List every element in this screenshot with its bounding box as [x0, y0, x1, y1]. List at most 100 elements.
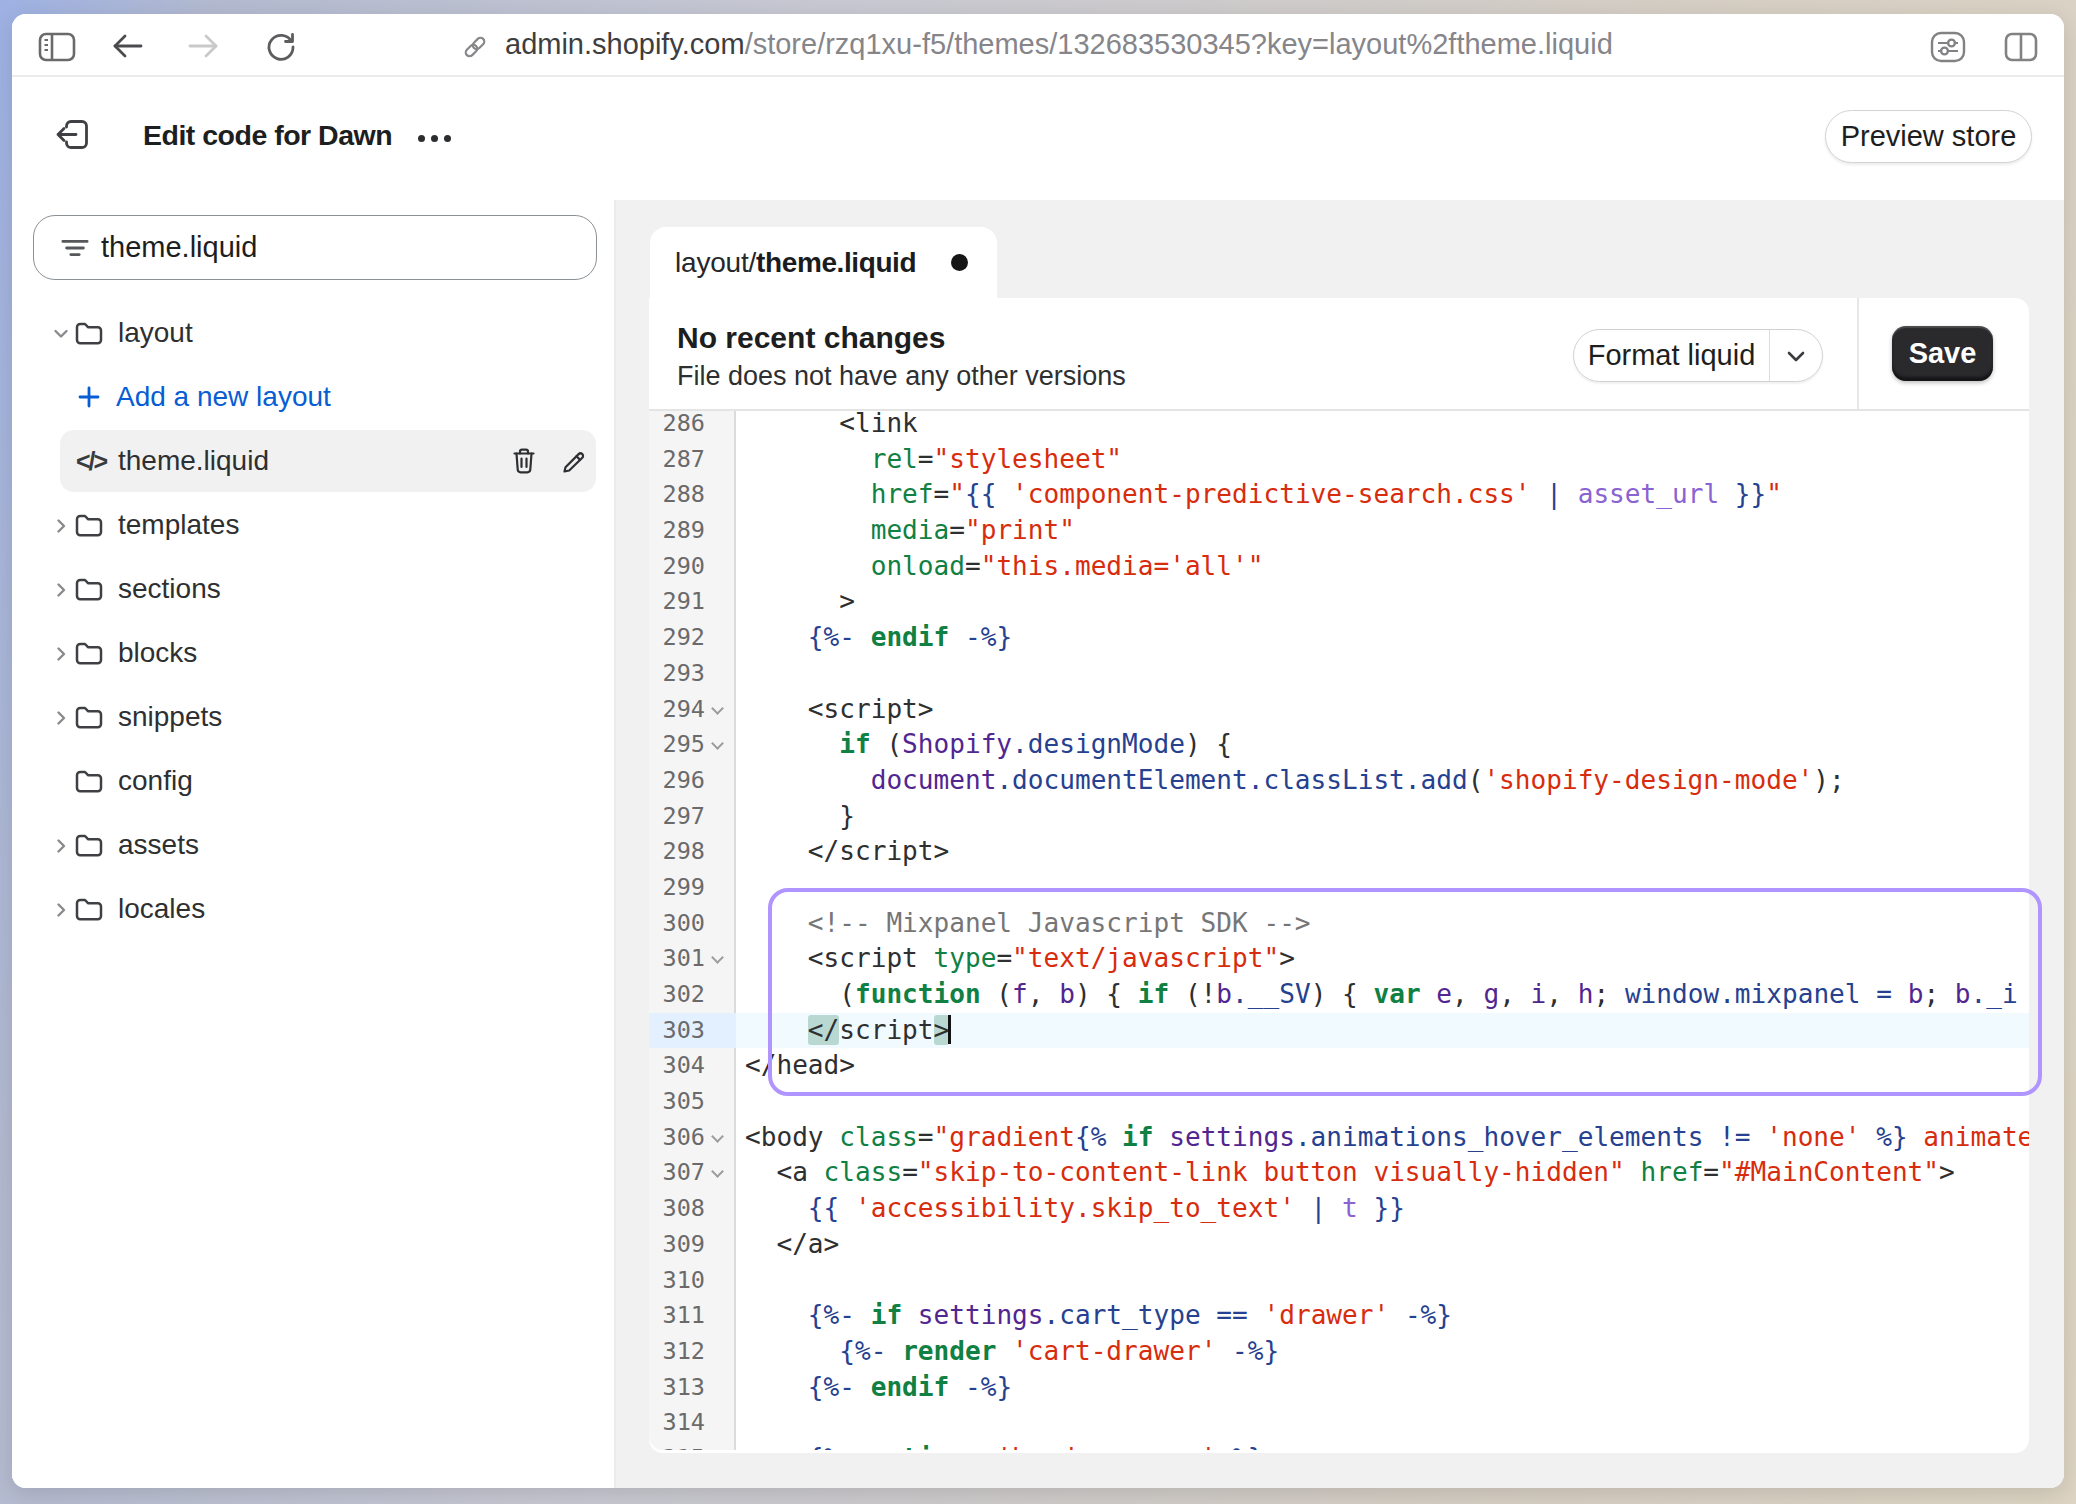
- code-lines: 286 <link287 rel="stylesheet"288 href="{…: [649, 411, 2029, 1450]
- folder-icon: [74, 319, 104, 347]
- url-domain: admin.shopify.com: [505, 28, 745, 60]
- sidebar-folder-snippets[interactable]: snippets: [12, 685, 616, 749]
- extensions-icon[interactable]: [1930, 31, 1966, 63]
- sidebar-folder-assets[interactable]: assets: [12, 813, 616, 877]
- add-layout-label: Add a new layout: [116, 365, 331, 429]
- code-line-300: 300 <!-- Mixpanel Javascript SDK -->: [649, 906, 2029, 942]
- browser-toolbar: admin.shopify.com/store/rzq1xu-f5/themes…: [12, 14, 2064, 77]
- line-number: 299: [663, 870, 705, 906]
- editor-tab-label: layout/theme.liquid: [675, 227, 916, 298]
- code-line-310: 310: [649, 1263, 2029, 1299]
- format-liquid-button[interactable]: Format liquid: [1574, 330, 1770, 381]
- editor-card: No recent changes File does not have any…: [649, 298, 2029, 1453]
- text-cursor: [948, 1015, 951, 1044]
- sidebar-item-label: layout: [118, 301, 193, 365]
- fold-chevron-icon[interactable]: [711, 1130, 724, 1143]
- header-divider: [1857, 298, 1859, 409]
- more-menu-button[interactable]: [418, 132, 462, 142]
- sidebar-folder-locales[interactable]: locales: [12, 877, 616, 941]
- sidebar-item-label: config: [118, 749, 193, 813]
- link-icon: [463, 35, 487, 59]
- code-line-311: 311 {%- if settings.cart_type == 'drawer…: [649, 1298, 2029, 1334]
- code-editor[interactable]: 286 <link287 rel="stylesheet"288 href="{…: [649, 411, 2029, 1450]
- line-number: 306: [663, 1120, 705, 1156]
- file-sidebar: theme.liquid layoutAdd a new layout </> th…: [12, 200, 616, 1488]
- trash-icon[interactable]: [511, 447, 537, 475]
- folder-icon: [74, 831, 104, 859]
- sidebar-folder-config[interactable]: config: [12, 749, 616, 813]
- code-line-286: 286 <link: [649, 411, 2029, 442]
- sidebar-item-label: templates: [118, 493, 239, 557]
- line-number: 300: [663, 906, 705, 942]
- sidebar-folder-sections[interactable]: sections: [12, 557, 616, 621]
- line-number: 310: [663, 1263, 705, 1299]
- code-file-icon: </>: [76, 430, 106, 492]
- code-line-304: 304</head>: [649, 1048, 2029, 1084]
- exit-icon[interactable]: [55, 119, 89, 150]
- file-search-input[interactable]: theme.liquid: [33, 215, 597, 280]
- chevron-right-icon: [51, 900, 71, 920]
- folder-icon: [74, 703, 104, 731]
- sidebar-item-theme-liquid[interactable]: </> theme.liquid: [60, 430, 596, 492]
- chevron-down-icon: [51, 324, 71, 344]
- browser-window: admin.shopify.com/store/rzq1xu-f5/themes…: [12, 14, 2064, 1488]
- line-number: 309: [663, 1227, 705, 1263]
- line-number: 289: [663, 513, 705, 549]
- back-button-icon[interactable]: [113, 34, 143, 58]
- page-title: Edit code for Dawn: [143, 113, 392, 157]
- editor-tab[interactable]: layout/theme.liquid: [650, 227, 997, 298]
- reload-button-icon[interactable]: [265, 31, 297, 63]
- line-number: 296: [663, 763, 705, 799]
- code-line-290: 290 onload="this.media='all'": [649, 549, 2029, 585]
- line-number: 305: [663, 1084, 705, 1120]
- code-line-295: 295 if (Shopify.designMode) {: [649, 727, 2029, 763]
- split-view-icon[interactable]: [2004, 32, 2038, 62]
- line-number: 315: [663, 1441, 705, 1450]
- save-button[interactable]: Save: [1892, 326, 1993, 381]
- pencil-icon[interactable]: [561, 447, 587, 475]
- line-number: 297: [663, 799, 705, 835]
- url-bar[interactable]: admin.shopify.com/store/rzq1xu-f5/themes…: [505, 14, 1613, 75]
- fold-chevron-icon[interactable]: [711, 702, 724, 715]
- code-line-303: 303 </script>: [649, 1013, 2029, 1049]
- fold-chevron-icon[interactable]: [711, 737, 724, 750]
- folder-icon: [74, 639, 104, 667]
- sidebar-folder-blocks[interactable]: blocks: [12, 621, 616, 685]
- chevron-right-icon: [51, 516, 71, 536]
- code-line-308: 308 {{ 'accessibility.skip_to_text' | t …: [649, 1191, 2029, 1227]
- code-line-312: 312 {%- render 'cart-drawer' -%}: [649, 1334, 2029, 1370]
- status-title: No recent changes: [677, 320, 945, 356]
- line-number: 294: [663, 692, 705, 728]
- format-liquid-dropdown[interactable]: [1770, 330, 1822, 381]
- filter-icon: [61, 234, 89, 262]
- line-number: 311: [663, 1298, 705, 1334]
- line-number: 286: [663, 411, 705, 442]
- forward-button-icon[interactable]: [188, 34, 218, 58]
- folder-icon: [74, 511, 104, 539]
- line-number: 288: [663, 477, 705, 513]
- line-number: 312: [663, 1334, 705, 1370]
- code-line-288: 288 href="{{ 'component-predictive-searc…: [649, 477, 2029, 513]
- code-line-307: 307 <a class="skip-to-content-link butto…: [649, 1155, 2029, 1191]
- code-line-313: 313 {%- endif -%}: [649, 1370, 2029, 1406]
- fold-chevron-icon[interactable]: [711, 1166, 724, 1179]
- line-number: 308: [663, 1191, 705, 1227]
- code-line-309: 309 </a>: [649, 1227, 2029, 1263]
- code-line-287: 287 rel="stylesheet": [649, 442, 2029, 478]
- chevron-down-icon: [1787, 351, 1805, 362]
- line-number: 290: [663, 549, 705, 585]
- code-line-294: 294 <script>: [649, 692, 2029, 728]
- line-number: 304: [663, 1048, 705, 1084]
- code-line-306: 306<body class="gradient{% if settings.a…: [649, 1120, 2029, 1156]
- toolbar-sidebar-toggle-icon[interactable]: [38, 32, 78, 63]
- sidebar-item-label: theme.liquid: [118, 430, 269, 492]
- preview-store-button[interactable]: Preview store: [1825, 110, 2032, 163]
- fold-chevron-icon[interactable]: [711, 951, 724, 964]
- code-line-292: 292 {%- endif -%}: [649, 620, 2029, 656]
- chevron-right-icon: [51, 644, 71, 664]
- status-subtitle: File does not have any other versions: [677, 360, 1126, 392]
- sidebar-item-label: sections: [118, 557, 221, 621]
- sidebar-folder-layout[interactable]: layout: [12, 301, 616, 365]
- sidebar-folder-templates[interactable]: templates: [12, 493, 616, 557]
- add-new-layout-link[interactable]: Add a new layout: [12, 365, 616, 429]
